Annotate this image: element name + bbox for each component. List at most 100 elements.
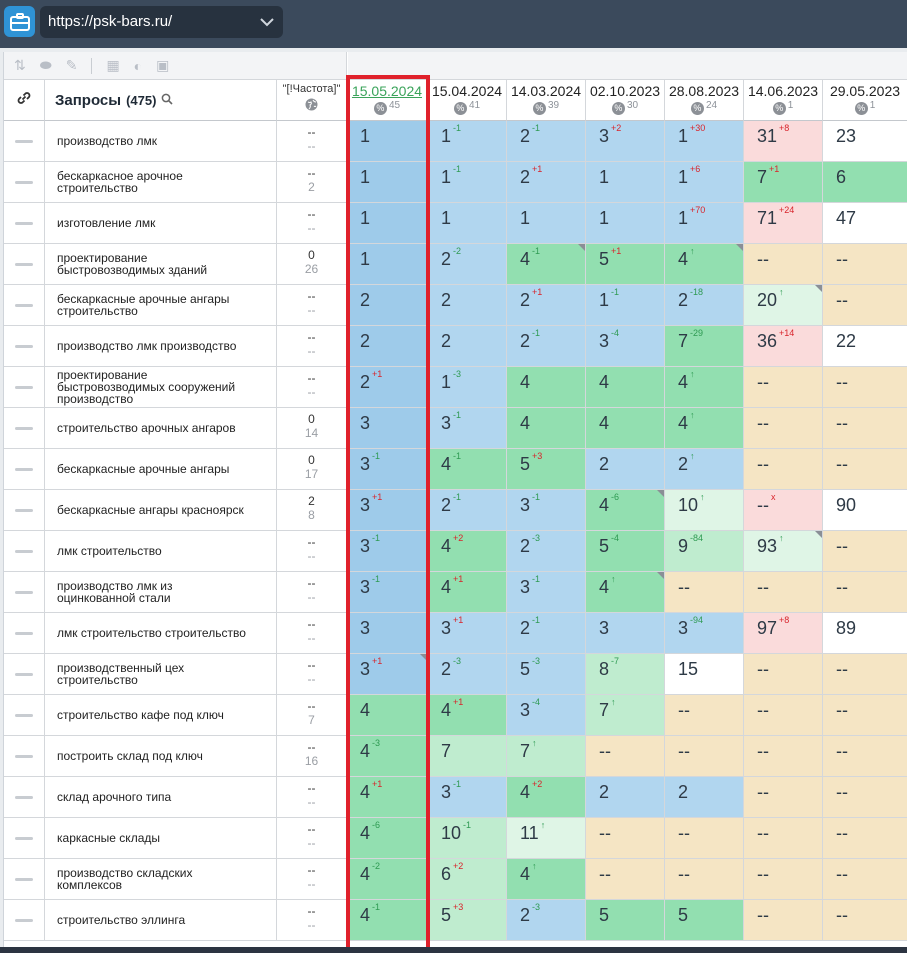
position-cell[interactable]: 4 +1: [347, 777, 428, 818]
position-cell[interactable]: 1: [347, 203, 428, 244]
briefcase-icon[interactable]: [4, 6, 35, 37]
date-column-header[interactable]: 14.06.2023% 1: [744, 80, 823, 121]
position-cell[interactable]: 7: [428, 736, 507, 777]
date-column-header[interactable]: 02.10.2023% 30: [586, 80, 665, 121]
row-toggle[interactable]: [4, 613, 45, 654]
position-cell[interactable]: 2: [586, 777, 665, 818]
position-cell[interactable]: 1 +30: [665, 121, 744, 162]
query-text[interactable]: каркасные склады: [45, 818, 277, 859]
position-cell[interactable]: 1 -1: [428, 121, 507, 162]
position-cell[interactable]: 31 +8: [744, 121, 823, 162]
contrast-icon[interactable]: ◐: [134, 58, 142, 74]
position-cell[interactable]: 4 ↑: [665, 244, 744, 285]
position-cell[interactable]: 97 +8: [744, 613, 823, 654]
search-icon[interactable]: [161, 92, 174, 109]
position-cell[interactable]: 1: [586, 203, 665, 244]
position-cell[interactable]: 2: [586, 449, 665, 490]
position-cell[interactable]: 4 -3: [347, 736, 428, 777]
percent-icon[interactable]: %: [453, 101, 467, 115]
position-cell[interactable]: 3 -94: [665, 613, 744, 654]
position-cell[interactable]: 4 ↑: [665, 408, 744, 449]
position-cell[interactable]: 4 -1: [428, 449, 507, 490]
position-cell[interactable]: 4 -6: [347, 818, 428, 859]
position-cell[interactable]: --: [586, 736, 665, 777]
date-column-header[interactable]: 15.04.2024% 41: [428, 80, 507, 121]
position-cell[interactable]: 4 -2: [347, 859, 428, 900]
position-cell[interactable]: 22: [823, 326, 907, 367]
position-cell[interactable]: --: [823, 531, 907, 572]
position-cell[interactable]: --: [744, 695, 823, 736]
query-text[interactable]: бескаркасные арочные ангары: [45, 449, 277, 490]
position-cell[interactable]: --: [823, 777, 907, 818]
query-text[interactable]: строительство арочных ангаров: [45, 408, 277, 449]
position-cell[interactable]: 2 -1: [507, 613, 586, 654]
position-cell[interactable]: 6: [823, 162, 907, 203]
position-cell[interactable]: --: [744, 572, 823, 613]
position-cell[interactable]: 2 -1: [428, 490, 507, 531]
position-cell[interactable]: 4 -6: [586, 490, 665, 531]
percent-icon[interactable]: %: [772, 101, 786, 115]
position-cell[interactable]: 93 ↑: [744, 531, 823, 572]
position-cell[interactable]: 5 -3: [507, 654, 586, 695]
position-cell[interactable]: --: [823, 408, 907, 449]
position-cell[interactable]: 2 -3: [507, 531, 586, 572]
position-cell[interactable]: --: [744, 736, 823, 777]
position-cell[interactable]: 2 -1: [507, 121, 586, 162]
position-cell[interactable]: --: [744, 244, 823, 285]
position-cell[interactable]: 2: [428, 285, 507, 326]
query-text[interactable]: строительство кафе под ключ: [45, 695, 277, 736]
query-text[interactable]: строительство эллинга: [45, 900, 277, 941]
position-cell[interactable]: 2: [347, 326, 428, 367]
position-cell[interactable]: --: [744, 818, 823, 859]
position-cell[interactable]: --: [744, 449, 823, 490]
query-text[interactable]: лмк строительство: [45, 531, 277, 572]
header-frequency[interactable]: "[!Частота]": [277, 80, 347, 121]
date-column-header[interactable]: 14.03.2024% 39: [507, 80, 586, 121]
row-toggle[interactable]: [4, 449, 45, 490]
position-cell[interactable]: --: [823, 572, 907, 613]
position-cell[interactable]: 4: [507, 408, 586, 449]
position-cell[interactable]: 3 -1: [428, 408, 507, 449]
row-toggle[interactable]: [4, 654, 45, 695]
row-toggle[interactable]: [4, 695, 45, 736]
position-cell[interactable]: 10 -1: [428, 818, 507, 859]
position-cell[interactable]: 5: [665, 900, 744, 941]
position-cell[interactable]: 3 -4: [586, 326, 665, 367]
position-cell[interactable]: 3 +1: [347, 654, 428, 695]
position-cell[interactable]: 11 ↑: [507, 818, 586, 859]
row-toggle[interactable]: [4, 900, 45, 941]
position-cell[interactable]: 6 +2: [428, 859, 507, 900]
position-cell[interactable]: 2 ↑: [665, 449, 744, 490]
sort-icon[interactable]: ⇅: [14, 57, 26, 74]
query-text[interactable]: производство лмк из оцинкованной стали: [45, 572, 277, 613]
date-column-header[interactable]: 29.05.2023% 1: [823, 80, 907, 121]
position-cell[interactable]: 2 -3: [507, 900, 586, 941]
position-cell[interactable]: --: [744, 654, 823, 695]
row-toggle[interactable]: [4, 244, 45, 285]
position-cell[interactable]: 2: [347, 285, 428, 326]
position-cell[interactable]: --: [586, 859, 665, 900]
position-cell[interactable]: 5 +1: [586, 244, 665, 285]
position-cell[interactable]: 4 +1: [428, 695, 507, 736]
position-cell[interactable]: 1: [586, 162, 665, 203]
position-cell[interactable]: 2 -1: [507, 326, 586, 367]
position-cell[interactable]: 1: [347, 244, 428, 285]
position-cell[interactable]: 7 +1: [744, 162, 823, 203]
position-cell[interactable]: 4 -1: [347, 900, 428, 941]
position-cell[interactable]: 3 -1: [507, 490, 586, 531]
query-text[interactable]: построить склад под ключ: [45, 736, 277, 777]
position-cell[interactable]: 3 -1: [347, 572, 428, 613]
percent-icon[interactable]: %: [690, 101, 704, 115]
position-cell[interactable]: 10 ↑: [665, 490, 744, 531]
position-cell[interactable]: --: [823, 367, 907, 408]
position-cell[interactable]: 1: [347, 162, 428, 203]
position-cell[interactable]: 71 +24: [744, 203, 823, 244]
position-cell[interactable]: 90: [823, 490, 907, 531]
position-cell[interactable]: 5 +3: [428, 900, 507, 941]
query-text[interactable]: производственный цех строительство: [45, 654, 277, 695]
position-cell[interactable]: 3 -1: [347, 449, 428, 490]
position-cell[interactable]: 3 -1: [428, 777, 507, 818]
position-cell[interactable]: 4 +2: [507, 777, 586, 818]
position-cell[interactable]: 1 -3: [428, 367, 507, 408]
position-cell[interactable]: 2 +1: [507, 162, 586, 203]
